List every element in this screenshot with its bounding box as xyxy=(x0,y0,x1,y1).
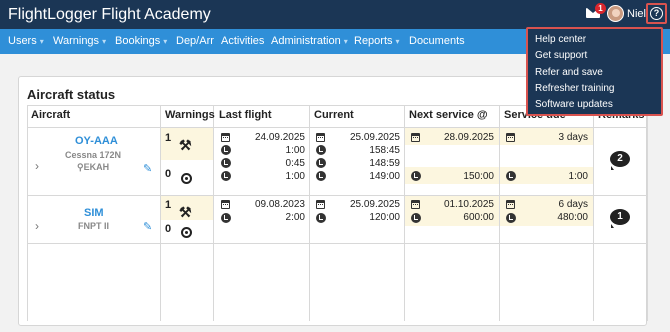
last-flight-time: 0:45 xyxy=(285,158,305,169)
clock-icon xyxy=(411,171,421,181)
last-flight-time: 2:00 xyxy=(285,212,305,223)
clock-icon xyxy=(316,171,326,181)
clock-icon xyxy=(221,213,231,223)
current-hours: 148:59 xyxy=(369,158,400,169)
divider xyxy=(27,243,648,244)
clock-icon xyxy=(221,145,231,155)
calendar-icon xyxy=(316,133,325,142)
service-due-hours: 1:00 xyxy=(568,171,588,182)
chevron-down-icon: ▾ xyxy=(163,37,168,46)
calendar-icon xyxy=(506,133,515,142)
nav-documents[interactable]: Documents xyxy=(409,35,465,47)
next-service-date: 28.09.2025 xyxy=(443,132,494,143)
next-service-hours: 600:00 xyxy=(463,212,494,223)
clock-icon xyxy=(411,213,421,223)
divider xyxy=(27,105,28,321)
menu-item-refresher-training[interactable]: Refresher training xyxy=(535,83,614,94)
clock-icon xyxy=(316,213,326,223)
aircraft-table: Aircraft Warnings Last flight Current Ne… xyxy=(27,105,648,321)
divider xyxy=(213,105,214,321)
divider xyxy=(647,105,648,321)
avatar[interactable] xyxy=(607,5,624,22)
help-dropdown-menu: Help center Get support Refer and save R… xyxy=(526,27,663,116)
calendar-icon xyxy=(411,200,420,209)
menu-item-software-updates[interactable]: Software updates xyxy=(535,99,613,110)
clock-icon xyxy=(506,213,516,223)
menu-item-help-center[interactable]: Help center xyxy=(535,34,586,45)
nav-bookings[interactable]: Bookings ▾ xyxy=(115,35,167,47)
calendar-icon xyxy=(411,133,420,142)
last-flight-time: 1:00 xyxy=(285,145,305,156)
nav-dep-arr[interactable]: Dep/Arr xyxy=(176,35,214,47)
calendar-icon xyxy=(221,200,230,209)
current-date: 25.09.2025 xyxy=(349,199,400,210)
top-bar: FlightLogger Flight Academy 1 Niel ? xyxy=(0,0,670,29)
aircraft-name[interactable]: OY-AAA xyxy=(75,135,118,147)
col-header-last-flight[interactable]: Last flight xyxy=(219,109,272,121)
chevron-down-icon: ▾ xyxy=(343,37,348,46)
comment-icon[interactable]: 1 xyxy=(610,209,630,228)
app-title[interactable]: FlightLogger Flight Academy xyxy=(8,6,211,24)
tire-warning-count: 0 xyxy=(165,223,172,235)
wrench-icon[interactable]: ⚒ xyxy=(179,137,192,154)
chevron-right-icon[interactable]: › xyxy=(35,159,39,173)
divider xyxy=(593,105,594,321)
col-header-aircraft[interactable]: Aircraft xyxy=(31,109,70,121)
pencil-icon[interactable]: ✎ xyxy=(143,220,152,233)
nav-warnings[interactable]: Warnings ▾ xyxy=(53,35,106,47)
panel-title: Aircraft status xyxy=(27,87,116,102)
current-hours: 120:00 xyxy=(369,212,400,223)
chevron-down-icon: ▾ xyxy=(39,37,44,46)
pencil-icon[interactable]: ✎ xyxy=(143,162,152,175)
clock-icon xyxy=(316,145,326,155)
help-button[interactable]: ? xyxy=(646,3,667,24)
col-header-current[interactable]: Current xyxy=(314,109,354,121)
aircraft-name[interactable]: SIM xyxy=(84,207,104,219)
service-due-hours: 480:00 xyxy=(557,212,588,223)
calendar-icon xyxy=(316,200,325,209)
menu-item-refer-and-save[interactable]: Refer and save xyxy=(535,67,603,78)
nav-users[interactable]: Users ▾ xyxy=(8,35,44,47)
comment-icon[interactable]: 2 xyxy=(610,151,630,170)
menu-item-get-support[interactable]: Get support xyxy=(535,50,587,61)
tire-icon[interactable] xyxy=(181,227,192,238)
mail-badge: 1 xyxy=(595,3,606,14)
divider xyxy=(309,105,310,321)
next-service-date: 01.10.2025 xyxy=(443,199,494,210)
last-flight-time: 1:00 xyxy=(285,171,305,182)
question-circle-icon: ? xyxy=(650,7,663,20)
wrench-icon[interactable]: ⚒ xyxy=(179,204,192,221)
chevron-down-icon: ▾ xyxy=(395,37,400,46)
clock-icon xyxy=(316,158,326,168)
col-header-warnings[interactable]: Warnings xyxy=(165,109,215,121)
last-flight-date: 24.09.2025 xyxy=(254,132,305,143)
map-pin-icon: ⚲ xyxy=(77,162,84,172)
aircraft-model: FNPT II xyxy=(78,221,109,231)
aircraft-location: ⚲EKAH xyxy=(77,162,110,172)
calendar-icon xyxy=(221,133,230,142)
username[interactable]: Niel xyxy=(627,8,646,20)
col-header-next-service[interactable]: Next service @ xyxy=(409,109,488,121)
next-service-hours: 150:00 xyxy=(463,171,494,182)
chevron-right-icon[interactable]: › xyxy=(35,219,39,233)
tire-warning-count: 0 xyxy=(165,168,172,180)
calendar-icon xyxy=(506,200,515,209)
nav-reports[interactable]: Reports ▾ xyxy=(354,35,400,47)
clock-icon xyxy=(506,171,516,181)
nav-activities[interactable]: Activities xyxy=(221,35,264,47)
last-flight-date: 09.08.2023 xyxy=(254,199,305,210)
tire-icon[interactable] xyxy=(181,173,192,184)
maintenance-warning-count: 1 xyxy=(165,199,172,211)
maintenance-warning-count: 1 xyxy=(165,132,172,144)
service-due-days: 6 days xyxy=(558,199,588,210)
service-due-days: 3 days xyxy=(558,132,588,143)
clock-icon xyxy=(221,171,231,181)
aircraft-model: Cessna 172N xyxy=(65,150,122,160)
chevron-down-icon: ▾ xyxy=(102,37,107,46)
current-date: 25.09.2025 xyxy=(349,132,400,143)
current-hours: 158:45 xyxy=(369,145,400,156)
clock-icon xyxy=(221,158,231,168)
current-hours: 149:00 xyxy=(369,171,400,182)
nav-administration[interactable]: Administration ▾ xyxy=(271,35,348,47)
